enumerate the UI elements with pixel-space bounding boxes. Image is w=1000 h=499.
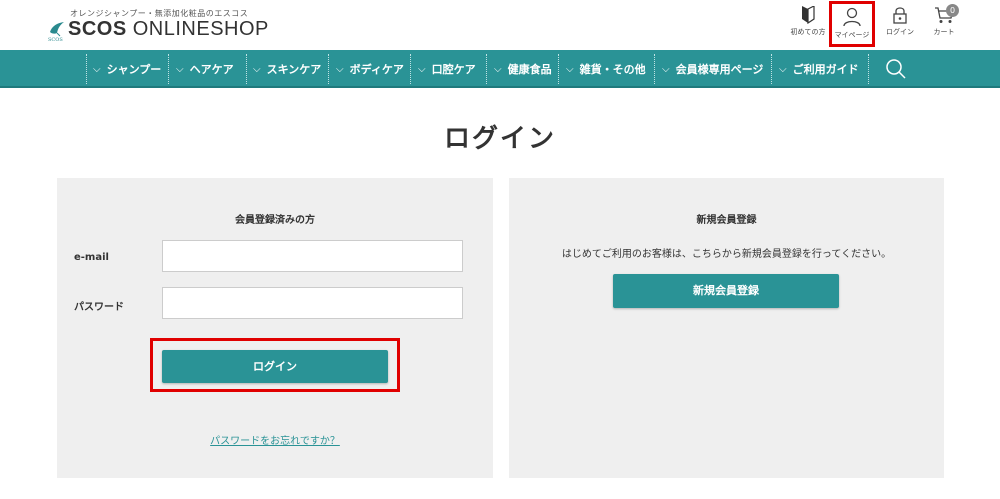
chevron-down-icon: ⌵ xyxy=(93,63,101,75)
header-icon-group: 初めての方 マイページ ログイン 0 カート xyxy=(780,0,1000,50)
chevron-down-icon: ⌵ xyxy=(176,63,184,75)
nav-divider xyxy=(328,54,329,84)
forgot-password-link[interactable]: パスワードをお忘れですか？ xyxy=(57,432,493,447)
nav-item-label: 口腔ケア xyxy=(431,63,476,76)
chevron-down-icon: ⌵ xyxy=(336,63,344,75)
beginner-mark-icon xyxy=(802,6,815,24)
chevron-down-icon: ⌵ xyxy=(779,63,787,75)
member-login-panel: 会員登録済みの方 e-mail パスワード ログイン パスワードをお忘れですか？ xyxy=(57,178,493,478)
nav-divider xyxy=(168,54,169,84)
site-logo[interactable]: SCOS SCOS ONLINESHOP xyxy=(48,18,288,44)
nav-item-label: ボディケア xyxy=(349,63,404,76)
email-field[interactable] xyxy=(162,240,463,272)
new-member-heading: 新規会員登録 xyxy=(696,215,757,226)
password-field[interactable] xyxy=(162,287,463,319)
user-icon xyxy=(843,7,861,27)
nav-item-label: 雑貨・その他 xyxy=(579,63,646,76)
logo-text-bold: SCOS xyxy=(68,18,133,40)
nav-item-shampoo[interactable]: ⌵ シャンプー xyxy=(93,50,161,88)
logo-sub-text: SCOS xyxy=(48,37,63,43)
nav-divider xyxy=(410,54,411,84)
nav-item-guide[interactable]: ⌵ ご利用ガイド xyxy=(779,50,859,88)
bird-logo-icon xyxy=(50,22,64,37)
logo-text-light: ONLINESHOP xyxy=(132,18,269,40)
main-nav: ⌵ シャンプー ⌵ ヘアケア ⌵ スキンケア ⌵ ボディケア ⌵ 口腔ケア ⌵ 健康食品 ⌵… xyxy=(0,50,1000,88)
nav-divider xyxy=(771,54,772,84)
nav-divider xyxy=(486,54,487,84)
nav-item-label: シャンプー xyxy=(106,63,162,76)
chevron-down-icon: ⌵ xyxy=(566,63,574,75)
chevron-down-icon: ⌵ xyxy=(494,63,502,75)
nav-item-bodycare[interactable]: ⌵ ボディケア xyxy=(336,50,404,88)
nav-item-health-food[interactable]: ⌵ 健康食品 xyxy=(494,50,552,88)
site-header: オレンジシャンプー・無添加化粧品のエスコス SCOS SCOS ONLINESH… xyxy=(0,0,1000,50)
new-member-description: はじめてご利用のお客様は、こちらから新規会員登録を行ってください。 xyxy=(561,249,892,260)
nav-item-oralcare[interactable]: ⌵ 口腔ケア xyxy=(418,50,476,88)
nav-item-members-only[interactable]: ⌵ 会員様専用ページ xyxy=(662,50,763,88)
page-title: ログイン xyxy=(443,123,556,153)
first-time-link[interactable]: 初めての方 xyxy=(788,6,828,42)
nav-divider xyxy=(654,54,655,84)
nav-item-haircare[interactable]: ⌵ ヘアケア xyxy=(176,50,234,88)
first-time-label: 初めての方 xyxy=(790,28,826,36)
nav-item-label: ヘアケア xyxy=(189,63,234,76)
mypage-label: マイページ xyxy=(834,31,870,39)
nav-item-label: 健康食品 xyxy=(507,63,552,76)
login-button-highlight: ログイン xyxy=(150,338,400,392)
search-icon[interactable] xyxy=(885,58,907,80)
cart-label: カート xyxy=(933,28,955,36)
nav-item-skincare[interactable]: ⌵ スキンケア xyxy=(253,50,321,88)
chevron-down-icon: ⌵ xyxy=(253,63,261,75)
nav-divider xyxy=(246,54,247,84)
mypage-link[interactable]: マイページ xyxy=(829,1,875,47)
new-member-panel: 新規会員登録 はじめてご利用のお客様は、こちらから新規会員登録を行ってください。… xyxy=(509,178,944,478)
nav-item-label: スキンケア xyxy=(266,63,322,76)
nav-item-goods[interactable]: ⌵ 雑貨・その他 xyxy=(566,50,646,88)
password-label: パスワード xyxy=(74,302,124,313)
nav-divider xyxy=(558,54,559,84)
nav-divider xyxy=(86,54,87,84)
nav-item-label: 会員様専用ページ xyxy=(675,63,764,76)
chevron-down-icon: ⌵ xyxy=(418,63,426,75)
login-link[interactable]: ログイン xyxy=(880,6,920,42)
member-login-heading: 会員登録済みの方 xyxy=(235,215,315,226)
register-button[interactable]: 新規会員登録 xyxy=(613,274,839,308)
chevron-down-icon: ⌵ xyxy=(662,63,670,75)
lock-icon xyxy=(893,7,907,24)
login-button[interactable]: ログイン xyxy=(162,350,388,383)
login-label: ログイン xyxy=(886,28,914,36)
cart-count-badge: 0 xyxy=(946,4,959,17)
logo-text: SCOS ONLINESHOP xyxy=(68,18,269,41)
cart-link[interactable]: 0 カート xyxy=(924,4,964,42)
nav-item-label: ご利用ガイド xyxy=(792,63,859,76)
email-label: e-mail xyxy=(74,252,109,263)
nav-divider xyxy=(868,54,869,84)
